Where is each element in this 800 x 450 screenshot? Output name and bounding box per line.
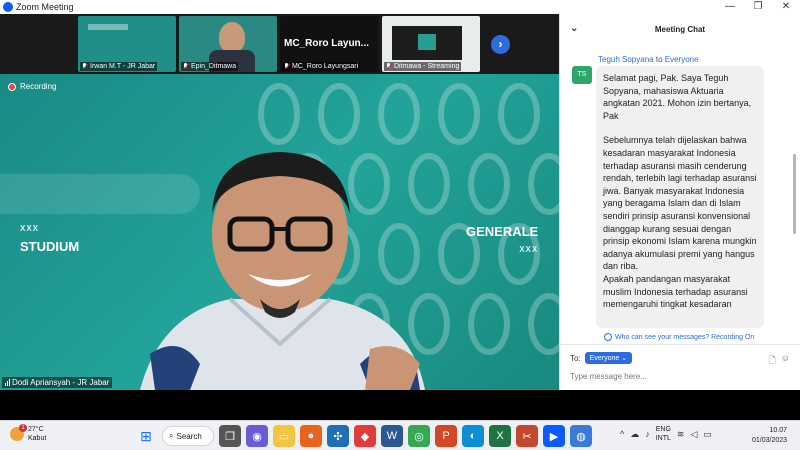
speaker-person [140, 152, 425, 390]
recipient-select[interactable]: Everyone ⌄ [584, 352, 633, 364]
weather-condition: Kabut [28, 435, 47, 442]
title-bar: Zoom Meeting — ❐ ✕ [0, 0, 800, 14]
chevron-up-icon[interactable]: ^ [620, 429, 624, 439]
participant-name: Irwan M.T - JR Jabar [90, 63, 156, 70]
next-page-button[interactable]: › [491, 35, 510, 54]
active-speaker-video: Recording XXX STUDIUM GENERALE XXX Dodi … [0, 74, 559, 390]
mic-muted-icon [183, 63, 189, 70]
mic-muted-icon [284, 63, 290, 70]
participant-name: Epin_Ditmawa [191, 63, 237, 70]
chevron-down-icon[interactable]: ⌄ [570, 23, 578, 34]
participant-thumbnail[interactable]: Epin_Ditmawa [179, 16, 277, 72]
video-area: Irwan M.T - JR Jabar Epin_Ditmawa MC_Ror… [0, 14, 559, 390]
battery-icon[interactable]: ▭ [703, 429, 712, 440]
participant-face [219, 22, 245, 52]
message-paragraph: Apakah pandangan masyarakat muslim Indon… [603, 273, 748, 310]
to-label: To: [570, 353, 581, 363]
recording-indicator: Recording [8, 82, 56, 91]
taskbar: 1 27°C Kabut ⊞ ⌕ Search ❐ ◉ ▭ ● ✣ ◆ W ◎ P… [0, 420, 800, 450]
chat-tools: 🗋 ☺ [769, 353, 790, 369]
start-icon[interactable]: ⊞ [135, 425, 157, 447]
speaker-name-tag: Dodi Apriansyah - JR Jabar [2, 377, 113, 388]
maximize-button[interactable]: ❐ [744, 0, 772, 14]
globe-icon[interactable]: ◍ [570, 425, 592, 447]
participant-name: MC_Roro Layungsari [292, 63, 359, 70]
mic-muted-icon [386, 63, 392, 70]
anydesk-icon[interactable]: ◆ [354, 425, 376, 447]
notification-badge: 1 [19, 424, 27, 432]
file-icon[interactable]: 🗋 [769, 353, 776, 369]
temperature: 27°C [28, 426, 44, 433]
audio-level-icon [5, 379, 10, 386]
word-icon[interactable]: W [381, 425, 403, 447]
chat-title: Meeting Chat [654, 24, 706, 34]
search-icon: ⌕ [169, 431, 174, 440]
chat-app-icon[interactable]: ◉ [246, 425, 268, 447]
mic-muted-icon [82, 63, 88, 70]
language-indicator[interactable]: ENG INTL [656, 425, 671, 443]
recipient-row: To: Everyone ⌄ [570, 352, 633, 364]
participant-big-name: MC_Roro Layun... [284, 38, 370, 49]
microphone-icon[interactable]: ♪ [645, 429, 650, 439]
recording-icon [8, 82, 16, 91]
weather-widget[interactable]: 1 27°C Kabut [10, 424, 47, 443]
avatar: TS [572, 66, 592, 84]
volume-icon[interactable]: ◁ [690, 429, 697, 440]
clock-time: 10.07 [769, 427, 788, 434]
powerpoint-icon[interactable]: P [435, 425, 457, 447]
message-recipient: Everyone [664, 55, 699, 64]
recording-label: Recording [20, 82, 57, 91]
participant-thumbnail[interactable]: MC_Roro Layun... MC_Roro Layungsari [280, 16, 378, 72]
brand-right: GENERALE XXX [466, 224, 539, 254]
chat-scrollbar[interactable] [793, 154, 796, 234]
system-tray: ^ ☁ ♪ ENG INTL ≋ ◁ ▭ [620, 425, 712, 443]
minimize-button[interactable]: — [716, 0, 744, 14]
who-can-see-link[interactable]: Who can see your messages? Recording On [604, 333, 754, 341]
snipping-tool-icon[interactable]: ✂ [516, 425, 538, 447]
task-view-icon[interactable]: ❐ [219, 425, 241, 447]
brand-left: XXX STUDIUM [20, 224, 80, 254]
message-meta: Teguh Sopyana to Everyone [598, 55, 699, 64]
clock[interactable]: 10.07 01/03/2023 [752, 426, 787, 446]
cloud-icon[interactable]: ☁ [630, 429, 639, 440]
chat-message-input[interactable] [570, 372, 780, 381]
participant-strip: Irwan M.T - JR Jabar Epin_Ditmawa MC_Ror… [0, 14, 559, 74]
people-icon [604, 333, 612, 341]
weather-icon: 1 [10, 424, 27, 441]
excel-icon[interactable]: X [489, 425, 511, 447]
close-button[interactable]: ✕ [772, 0, 800, 14]
zoom-icon[interactable]: ▶ [543, 425, 565, 447]
search-box[interactable]: ⌕ Search [162, 426, 214, 446]
app-icon[interactable]: ✣ [327, 425, 349, 447]
chrome-icon[interactable]: ◎ [408, 425, 430, 447]
message-sender[interactable]: Teguh Sopyana [598, 55, 654, 64]
participant-name: Ditmawa - Streaming [394, 63, 460, 70]
window-title: Zoom Meeting [16, 2, 74, 12]
chat-message[interactable]: Selamat pagi, Pak. Saya Teguh Sopyana, m… [596, 66, 764, 328]
participant-thumbnail[interactable]: Irwan M.T - JR Jabar [78, 16, 176, 72]
zoom-app-icon [3, 2, 13, 12]
window-controls: — ❐ ✕ [716, 0, 800, 14]
participant-thumbnail[interactable]: Ditmawa - Streaming [382, 16, 480, 72]
taskbar-apps: ⊞ ⌕ Search ❐ ◉ ▭ ● ✣ ◆ W ◎ P ◐ X ✂ ▶ ◍ [135, 425, 592, 447]
meeting-chat-panel: ⌄ Meeting Chat Teguh Sopyana to Everyone… [559, 14, 800, 390]
clock-date: 01/03/2023 [752, 437, 788, 444]
file-explorer-icon[interactable]: ▭ [273, 425, 295, 447]
edge-icon[interactable]: ◐ [462, 425, 484, 447]
emoji-icon[interactable]: ☺ [781, 353, 790, 369]
wifi-icon[interactable]: ≋ [677, 429, 685, 440]
firefox-icon[interactable]: ● [300, 425, 322, 447]
message-paragraph: Sebelumnya telah dijelaskan bahwa kesada… [603, 135, 757, 272]
message-paragraph: Selamat pagi, Pak. Saya Teguh Sopyana, m… [603, 73, 752, 121]
